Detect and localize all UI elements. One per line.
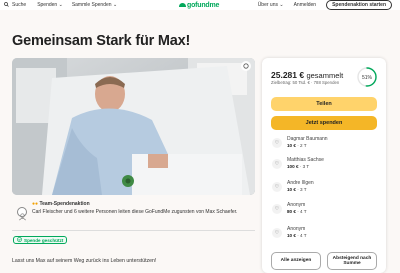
donation-value: 10 €	[287, 233, 296, 238]
donation-value: 10 €	[287, 143, 296, 148]
donation-item: ♡ Dagmar Baumann 10 € · 2 T	[271, 134, 381, 152]
donation-item: ♡ Andre Illgen 10 € · 3 T	[271, 178, 381, 196]
chevron-down-icon: ⌄	[279, 2, 284, 8]
chevron-down-icon: ⌄	[58, 2, 63, 8]
donation-item: ♡ Matthias Sachse 100 € · 3 T	[271, 155, 381, 173]
login-link[interactable]: Anmelden	[294, 2, 317, 8]
donation-icon: ♡	[272, 182, 282, 192]
donation-amount: 10 € · 3 T	[287, 187, 307, 192]
sort-by-amount-button[interactable]: Absteigend nach Summe	[327, 252, 377, 270]
donate-menu-label: Spenden	[37, 2, 58, 8]
team-icon: ●●	[32, 201, 39, 207]
progress-label: 51%	[362, 75, 373, 81]
donation-item: ♡ Anonym 10 € · 4 T	[271, 224, 381, 242]
logo-text: gofundme	[187, 1, 220, 9]
goal-text: Zielbetrag: 50 Tsd. € · 788 Spenden	[271, 80, 340, 85]
donation-icon: ♡	[272, 138, 282, 148]
avatar[interactable]	[17, 207, 27, 221]
top-navbar: Suche Spenden ⌄ Sammle Spenden ⌄ gofundm…	[0, 0, 400, 10]
team-label: Team-Spendenaktion	[39, 201, 90, 207]
raised-amount: 25.281 € gesammelt	[271, 70, 343, 80]
donation-time: 4 T	[300, 233, 307, 238]
donor-name: Andre Illgen	[287, 180, 314, 186]
donation-icon: ♡	[272, 204, 282, 214]
divider	[12, 230, 255, 231]
about-menu[interactable]: Über uns ⌄	[258, 2, 284, 8]
chevron-down-icon: ⌄	[112, 2, 118, 8]
donation-value: 100 €	[287, 164, 299, 169]
search-link[interactable]: Suche	[12, 2, 26, 8]
about-menu-label: Über uns	[257, 2, 278, 8]
campaign-photo	[12, 58, 255, 195]
donation-time: 2 T	[300, 143, 307, 148]
donation-protected-badge[interactable]: Spende geschützt	[13, 236, 68, 244]
progress-ring: 51%	[356, 66, 378, 88]
donation-amount: 10 € · 2 T	[287, 143, 307, 148]
donate-menu[interactable]: Spenden ⌄	[37, 2, 63, 8]
raised-amount-suffix: gesammelt	[306, 71, 344, 80]
donor-name: Dagmar Baumann	[287, 136, 328, 142]
donation-icon: ♡	[272, 228, 282, 238]
donor-name: Anonym	[287, 202, 306, 208]
donation-time: 4 T	[300, 209, 307, 214]
story-text: Lasst uns Max auf seinem Weg zurück ins …	[12, 258, 157, 264]
donation-time: 3 T	[302, 164, 310, 169]
logo-leaf-icon	[179, 3, 186, 7]
collect-menu[interactable]: Sammle Spenden ⌄	[72, 2, 117, 8]
check-shield-icon	[17, 237, 22, 243]
start-fundraiser-button[interactable]: Spendenaktion starten	[326, 0, 392, 10]
search-icon[interactable]	[4, 1, 9, 9]
page-title: Gemeinsam Stark für Max!	[12, 33, 191, 49]
donor-name: Matthias Sachse	[287, 157, 324, 163]
donation-amount: 10 € · 4 T	[287, 233, 307, 238]
team-fundraiser-tag: ●● Team-Spendenaktion	[32, 201, 90, 207]
gofundme-logo[interactable]: gofundme	[179, 0, 219, 10]
donation-value: 10 €	[287, 187, 296, 192]
donation-amount: 80 € · 4 T	[287, 209, 307, 214]
donation-panel: 25.281 € gesammelt Zielbetrag: 50 Tsd. €…	[262, 58, 386, 273]
donation-amount: 100 € · 3 T	[287, 164, 310, 169]
donation-item: ♡ Anonym 80 € · 4 T	[271, 200, 381, 218]
protected-label: Spende geschützt	[24, 237, 64, 243]
show-all-button[interactable]: Alle anzeigen	[271, 252, 321, 270]
donate-now-button[interactable]: Jetzt spenden	[271, 116, 377, 130]
donation-icon: ♡	[272, 159, 282, 169]
raised-amount-value: 25.281 €	[271, 70, 305, 80]
collect-menu-label: Sammle Spenden	[71, 2, 112, 8]
donation-time: 3 T	[300, 187, 307, 192]
share-button[interactable]: Teilen	[271, 97, 377, 111]
donor-name: Anonym	[287, 226, 306, 232]
donation-value: 80 €	[287, 209, 296, 214]
organizer-text[interactable]: Carl Fleischer und 6 weitere Personen le…	[32, 209, 247, 216]
